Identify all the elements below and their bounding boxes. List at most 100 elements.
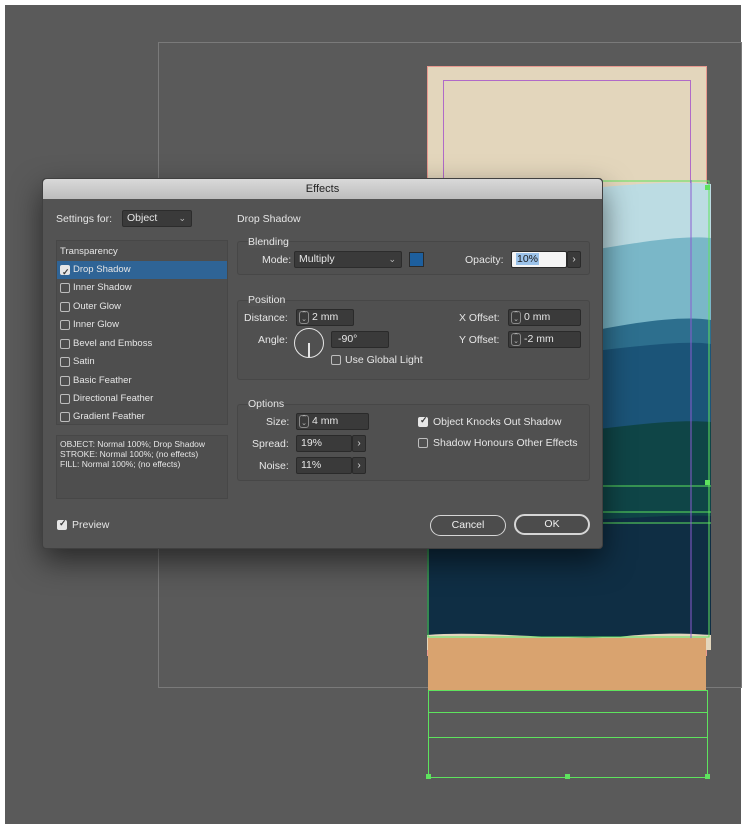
selection-handle[interactable] [705, 774, 710, 779]
effects-summary: OBJECT: Normal 100%; Drop Shadow STROKE:… [56, 435, 228, 499]
knockout-label: Object Knocks Out Shadow [433, 416, 562, 428]
honours-checkbox[interactable] [418, 438, 428, 448]
y-offset-value: -2 mm [524, 333, 554, 345]
list-item-bevel-emboss[interactable]: Bevel and Emboss [57, 335, 227, 353]
checkbox-icon[interactable] [60, 394, 70, 404]
effects-list: Transparency Drop Shadow Inner Shadow Ou… [56, 240, 228, 425]
list-item-label: Outer Glow [73, 301, 122, 312]
spread-input[interactable]: 19% [296, 435, 352, 452]
checkbox-icon[interactable] [60, 302, 70, 312]
orange-band[interactable] [428, 638, 706, 690]
distance-input[interactable]: ⌃ ⌄ 2 mm [296, 309, 354, 326]
angle-dial[interactable] [294, 328, 324, 358]
stepper-icon[interactable]: ⌃ ⌄ [511, 333, 521, 346]
list-item-satin[interactable]: Satin [57, 353, 227, 371]
distance-label: Distance: [244, 312, 288, 324]
effects-dialog: Effects Settings for: Object ⌄ Drop Shad… [42, 178, 603, 549]
opacity-input[interactable]: 10% [511, 251, 567, 268]
settings-for-label: Settings for: [56, 213, 113, 225]
spread-slider-button[interactable]: › [352, 435, 366, 452]
angle-input[interactable]: -90° [331, 331, 389, 348]
global-light-checkbox[interactable] [331, 355, 341, 365]
distance-value: 2 mm [312, 311, 339, 323]
x-offset-label: X Offset: [459, 312, 500, 324]
preview-checkbox[interactable] [57, 518, 67, 530]
mode-label: Mode: [262, 254, 292, 266]
mode-value: Multiply [299, 253, 335, 265]
noise-value: 11% [301, 459, 322, 471]
list-item-label: Inner Glow [73, 319, 119, 330]
settings-for-value: Object [127, 212, 158, 224]
position-header: Position [248, 294, 286, 306]
x-offset-input[interactable]: ⌃ ⌄ 0 mm [508, 309, 581, 326]
list-item-label: Gradient Feather [73, 411, 145, 422]
empty-frames[interactable] [428, 690, 708, 778]
checkbox-icon[interactable] [60, 376, 70, 386]
dialog-title[interactable]: Effects [43, 179, 602, 199]
list-item-basic-feather[interactable]: Basic Feather [57, 372, 227, 390]
list-item-inner-glow[interactable]: Inner Glow [57, 316, 227, 334]
checkbox-icon[interactable] [60, 357, 70, 367]
stepper-icon[interactable]: ⌃ ⌄ [511, 311, 521, 324]
options-header: Options [248, 398, 285, 410]
size-label: Size: [266, 416, 290, 428]
frame-divider [428, 737, 708, 738]
opacity-label: Opacity: [465, 254, 504, 266]
mode-select[interactable]: Multiply ⌄ [294, 251, 402, 268]
spread-value: 19% [301, 437, 323, 449]
noise-label: Noise: [259, 460, 289, 472]
noise-input[interactable]: 11% [296, 457, 352, 474]
section-title: Drop Shadow [237, 213, 301, 225]
summary-line: OBJECT: Normal 100%; Drop Shadow [60, 439, 206, 449]
selection-handle[interactable] [426, 774, 431, 779]
stepper-icon[interactable]: ⌃ ⌄ [299, 311, 309, 324]
summary-line: FILL: Normal 100%; (no effects) [60, 459, 181, 469]
list-item-label: Directional Feather [73, 393, 154, 404]
shadow-color-swatch[interactable] [409, 252, 424, 267]
selection-handle[interactable] [705, 480, 710, 485]
list-item-gradient-feather[interactable]: Gradient Feather [57, 408, 227, 426]
y-offset-input[interactable]: ⌃ ⌄ -2 mm [508, 331, 581, 348]
selection-handle[interactable] [565, 774, 570, 779]
list-item-label: Drop Shadow [73, 264, 131, 275]
blending-header: Blending [248, 236, 289, 248]
list-item-inner-shadow[interactable]: Inner Shadow [57, 279, 227, 297]
list-item-label: Bevel and Emboss [73, 338, 153, 349]
frame-divider [428, 712, 708, 713]
ok-button[interactable]: OK [514, 514, 590, 535]
checkbox-icon[interactable] [60, 263, 70, 281]
opacity-slider-button[interactable]: › [567, 251, 581, 268]
list-header: Transparency [60, 246, 118, 257]
size-input[interactable]: ⌃ ⌄ 4 mm [296, 413, 369, 430]
chevron-down-icon: ⌄ [178, 213, 186, 223]
list-item-outer-glow[interactable]: Outer Glow [57, 298, 227, 316]
checkbox-icon[interactable] [60, 412, 70, 422]
honours-label: Shadow Honours Other Effects [433, 437, 578, 449]
y-offset-label: Y Offset: [459, 334, 500, 346]
chevron-right-icon: › [357, 460, 361, 471]
cancel-button[interactable]: Cancel [430, 515, 506, 536]
summary-line: STROKE: Normal 100%; (no effects) [60, 449, 199, 459]
chevron-down-icon: ⌄ [388, 254, 396, 264]
opacity-value: 10% [516, 253, 540, 265]
x-offset-value: 0 mm [524, 311, 551, 323]
stepper-icon[interactable]: ⌃ ⌄ [299, 415, 309, 428]
size-value: 4 mm [312, 415, 339, 427]
list-item-directional-feather[interactable]: Directional Feather [57, 390, 227, 408]
checkbox-icon[interactable] [60, 339, 70, 349]
checkbox-icon[interactable] [60, 320, 70, 330]
settings-for-select[interactable]: Object ⌄ [122, 210, 192, 227]
preview-label: Preview [72, 519, 110, 531]
checkbox-icon[interactable] [60, 283, 70, 293]
list-item-label: Inner Shadow [73, 282, 132, 293]
spread-label: Spread: [252, 438, 289, 450]
global-light-label: Use Global Light [345, 354, 423, 366]
chevron-right-icon: › [357, 438, 361, 449]
knockout-checkbox[interactable] [418, 415, 428, 427]
selection-handle[interactable] [705, 185, 710, 190]
chevron-right-icon: › [572, 254, 576, 265]
angle-label: Angle: [258, 334, 288, 346]
list-item-label: Satin [73, 356, 95, 367]
list-item-drop-shadow[interactable]: Drop Shadow [57, 261, 227, 281]
noise-slider-button[interactable]: › [352, 457, 366, 474]
